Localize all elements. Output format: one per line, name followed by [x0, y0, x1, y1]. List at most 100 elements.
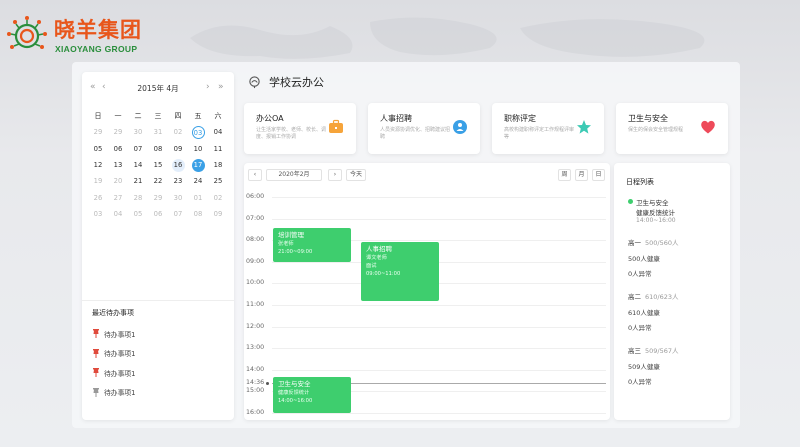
calendar-day[interactable]: 30	[168, 194, 188, 202]
agenda-title: 日程列表	[626, 178, 654, 186]
schedule-prev-button[interactable]: ‹	[248, 169, 262, 181]
calendar-day[interactable]: 15	[148, 161, 168, 169]
module-card[interactable]: 人事招聘 人员资源协调优化、招聘建议招聘	[368, 103, 480, 154]
calendar-day[interactable]: 23	[168, 177, 188, 185]
calendar-day[interactable]: 26	[88, 194, 108, 202]
calendar-day[interactable]: 09	[208, 210, 228, 218]
agenda-event-title[interactable]: 卫生与安全	[636, 197, 669, 207]
next-month-icon[interactable]: ›	[206, 82, 210, 92]
calendar-day[interactable]: 06	[148, 210, 168, 218]
event-detail: 面试	[366, 263, 377, 270]
calendar-day[interactable]: 22	[148, 177, 168, 185]
hour-gridline	[272, 305, 606, 306]
agenda-group-header[interactable]: 高三 509/567人	[628, 345, 679, 355]
calendar-day-number: 07	[173, 209, 183, 218]
calendar-day[interactable]: 18	[208, 161, 228, 169]
next-year-icon[interactable]: »	[218, 82, 224, 92]
calendar-day[interactable]: 02	[168, 128, 188, 136]
weekday-label: 日	[94, 112, 102, 121]
calendar-day[interactable]: 07	[128, 145, 148, 153]
hour-gridline	[272, 413, 606, 414]
todo-item-label: 待办事项1	[104, 350, 136, 359]
weekday-label: 四	[174, 112, 182, 121]
schedule-next-button[interactable]: ›	[328, 169, 342, 181]
calendar-day-today[interactable]: 03	[188, 125, 208, 139]
calendar-day-number: 17	[191, 158, 205, 172]
calendar-day-number: 02	[213, 193, 223, 202]
todo-item[interactable]: 待办事项1	[92, 383, 136, 403]
calendar-day-number: 29	[93, 128, 103, 137]
module-card-desc: 让生活家学校、老师、校长、调度、报销工作协调	[256, 127, 327, 140]
module-card-title: 人事招聘	[380, 114, 412, 123]
calendar-event[interactable]: 培训管理 张老师 21:00~09:00	[273, 228, 351, 262]
calendar-event[interactable]: 卫生与安全 健康反馈统计 14:00~16:00	[273, 377, 351, 413]
calendar-day[interactable]: 01	[188, 194, 208, 202]
agenda-group-line: 0人异常	[628, 324, 652, 332]
calendar-day[interactable]: 09	[168, 145, 188, 153]
calendar-day[interactable]: 07	[168, 210, 188, 218]
calendar-day[interactable]: 03	[88, 210, 108, 218]
calendar-day[interactable]: 20	[108, 177, 128, 185]
module-card[interactable]: 办公OA 让生活家学校、老师、校长、调度、报销工作协调	[244, 103, 356, 154]
view-month-button[interactable]: 月	[575, 169, 588, 181]
todo-item-label: 待办事项1	[104, 389, 136, 398]
todo-item[interactable]: 待办事项1	[92, 324, 136, 344]
module-card-desc: 保生的保会安全管理规程	[628, 127, 684, 133]
hour-label: 16:00	[246, 409, 265, 416]
left-panel: « ‹ 2015年 4月 › » 日 一 二 三 四 五 六 29 29 30 31 02 03 04 05…	[82, 72, 234, 420]
calendar-day[interactable]: 16	[168, 158, 188, 172]
calendar-day[interactable]: 25	[208, 177, 228, 185]
calendar-day-selected[interactable]: 17	[188, 158, 208, 172]
today-button[interactable]: 今天	[346, 169, 366, 181]
calendar-day[interactable]: 06	[108, 145, 128, 153]
calendar-day[interactable]: 08	[148, 145, 168, 153]
todo-item[interactable]: 待办事项1	[92, 344, 136, 364]
calendar-day[interactable]: 11	[208, 145, 228, 153]
module-card-title: 卫生与安全	[628, 114, 668, 123]
calendar-day[interactable]: 04	[108, 210, 128, 218]
event-detail: 09:00~11:00	[366, 271, 401, 278]
calendar-day-number: 02	[173, 128, 183, 137]
calendar-day[interactable]: 31	[148, 128, 168, 136]
event-title: 培训管理	[278, 231, 304, 240]
module-card[interactable]: 卫生与安全保生的保会安全管理规程	[616, 103, 728, 154]
calendar-day[interactable]: 10	[188, 145, 208, 153]
calendar-day[interactable]: 29	[148, 194, 168, 202]
view-day-button[interactable]: 日	[592, 169, 605, 181]
calendar-day[interactable]: 12	[88, 161, 108, 169]
calendar-day[interactable]: 19	[88, 177, 108, 185]
calendar-day[interactable]: 28	[128, 194, 148, 202]
calendar-day[interactable]: 21	[128, 177, 148, 185]
pin-icon	[93, 387, 99, 397]
calendar-day[interactable]: 29	[88, 128, 108, 136]
todo-item-label: 待办事项1	[104, 330, 136, 339]
hour-label: 06:00	[246, 193, 265, 200]
calendar-day[interactable]: 14	[128, 161, 148, 169]
calendar-day[interactable]: 24	[188, 177, 208, 185]
calendar-day-number: 30	[173, 193, 183, 202]
page-title: 学校云办公	[248, 74, 324, 90]
view-week-button[interactable]: 周	[558, 169, 571, 181]
calendar-day[interactable]: 27	[108, 194, 128, 202]
calendar-day-number: 05	[93, 144, 103, 153]
agenda-group-header[interactable]: 高二 610/623人	[628, 291, 679, 301]
agenda-group-header[interactable]: 高一 500/560人	[628, 237, 679, 247]
calendar-day[interactable]: 13	[108, 161, 128, 169]
todo-item[interactable]: 待办事项1	[92, 363, 136, 383]
calendar-day[interactable]: 05	[88, 145, 108, 153]
calendar-day[interactable]: 30	[128, 128, 148, 136]
calendar-day[interactable]: 29	[108, 128, 128, 136]
event-detail: 14:00~16:00	[278, 398, 313, 405]
calendar-day-number: 23	[173, 177, 183, 186]
calendar-day-number: 29	[113, 128, 123, 137]
calendar-day[interactable]: 02	[208, 194, 228, 202]
todo-item-label: 待办事项1	[104, 369, 136, 378]
calendar-day[interactable]: 05	[128, 210, 148, 218]
calendar-day[interactable]: 08	[188, 210, 208, 218]
schedule-date-button[interactable]: 2020年2月	[266, 169, 322, 181]
agenda-event-dot	[628, 199, 633, 204]
module-card[interactable]: 职称评定 高校构建职称评定工作规程评审等	[492, 103, 604, 154]
calendar-event[interactable]: 人事招聘 谭文老师 面试 09:00~11:00	[361, 242, 439, 301]
hour-gridline	[272, 348, 606, 350]
calendar-day[interactable]: 04	[208, 128, 228, 136]
